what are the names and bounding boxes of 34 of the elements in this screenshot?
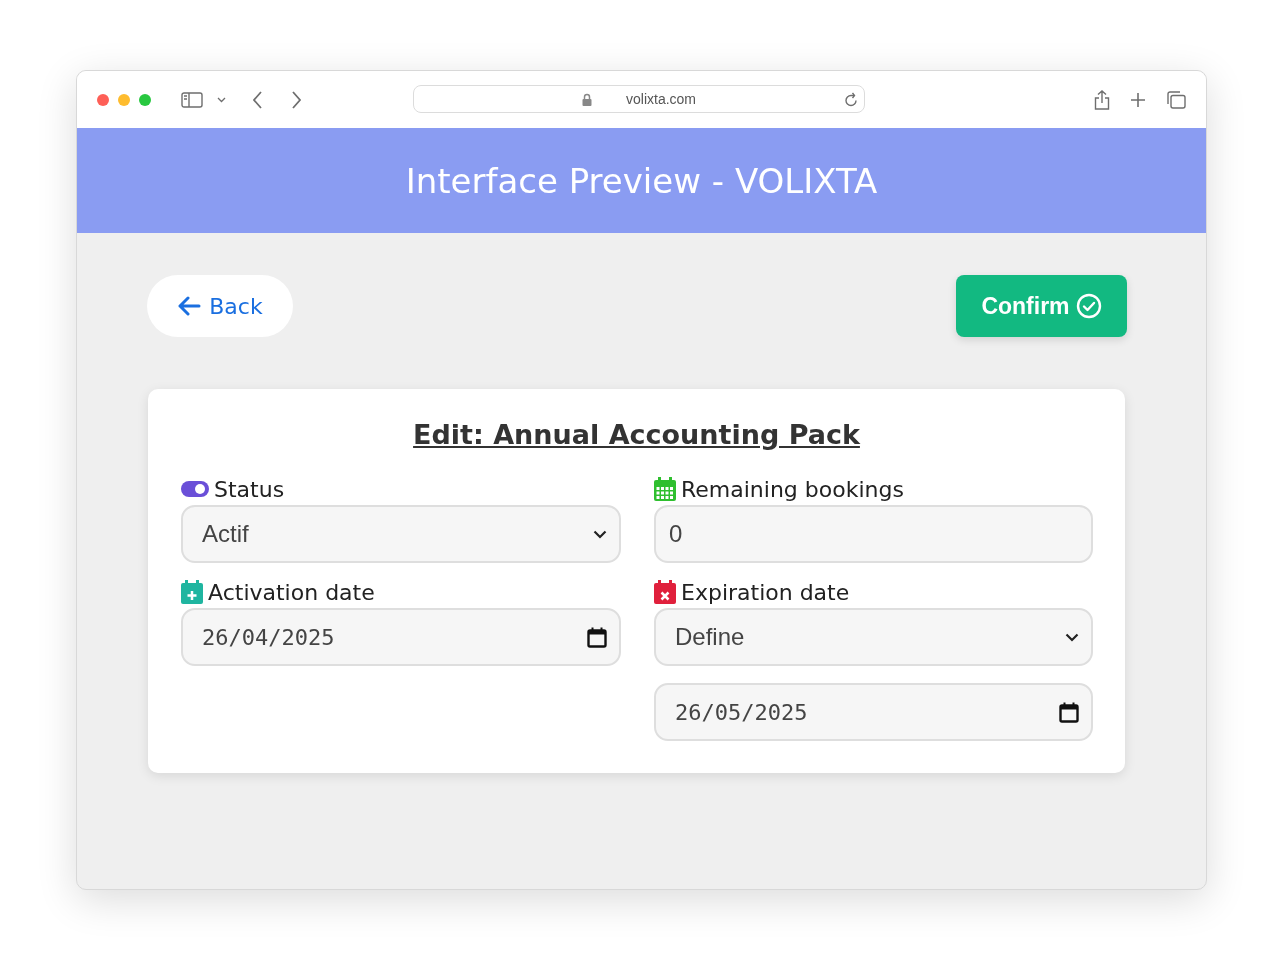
share-icon[interactable] [1094,89,1110,110]
calendar-icon [587,626,607,648]
field-label: Activation date [208,579,375,605]
calendar-icon [1059,701,1079,723]
date-field[interactable]: 26/05/2025 [654,683,1093,741]
field-label: Remaining bookings [681,476,904,502]
arrow-left-icon [177,296,202,316]
chevron-down-icon [593,529,607,539]
calendar-icon [654,477,676,501]
chevron-down-icon [1065,632,1079,642]
field-label: Status [214,476,285,502]
page-title: Interface Preview - VOLIXTA [405,160,878,201]
chevron-down-icon[interactable] [217,96,226,103]
calendar-x-icon [654,580,676,604]
minimize-window-dot[interactable] [118,93,130,106]
tabs-icon[interactable] [1166,90,1186,109]
sidebar-icon[interactable] [181,91,203,108]
check-circle-icon [1075,293,1102,319]
maximize-window-dot[interactable] [139,93,151,106]
back-button[interactable]: Back [147,275,293,337]
select-field[interactable]: Actif [181,505,621,563]
url-text: volixta.com [626,91,696,107]
address-bar[interactable]: volixta.com [413,85,865,113]
close-window-dot[interactable] [97,93,109,106]
date-field[interactable]: 26/04/2025 [181,608,621,666]
calendar-plus-icon [181,580,203,604]
reload-icon[interactable] [844,91,858,107]
select-field[interactable]: Define [654,608,1093,666]
plus-icon[interactable] [1130,91,1146,108]
lock-icon [582,92,592,106]
form-title: Edit: Annual Accounting Pack [413,419,860,450]
toggle-icon [181,480,209,498]
number-field[interactable]: 0 [654,505,1093,563]
field-label: Expiration date [681,579,850,605]
